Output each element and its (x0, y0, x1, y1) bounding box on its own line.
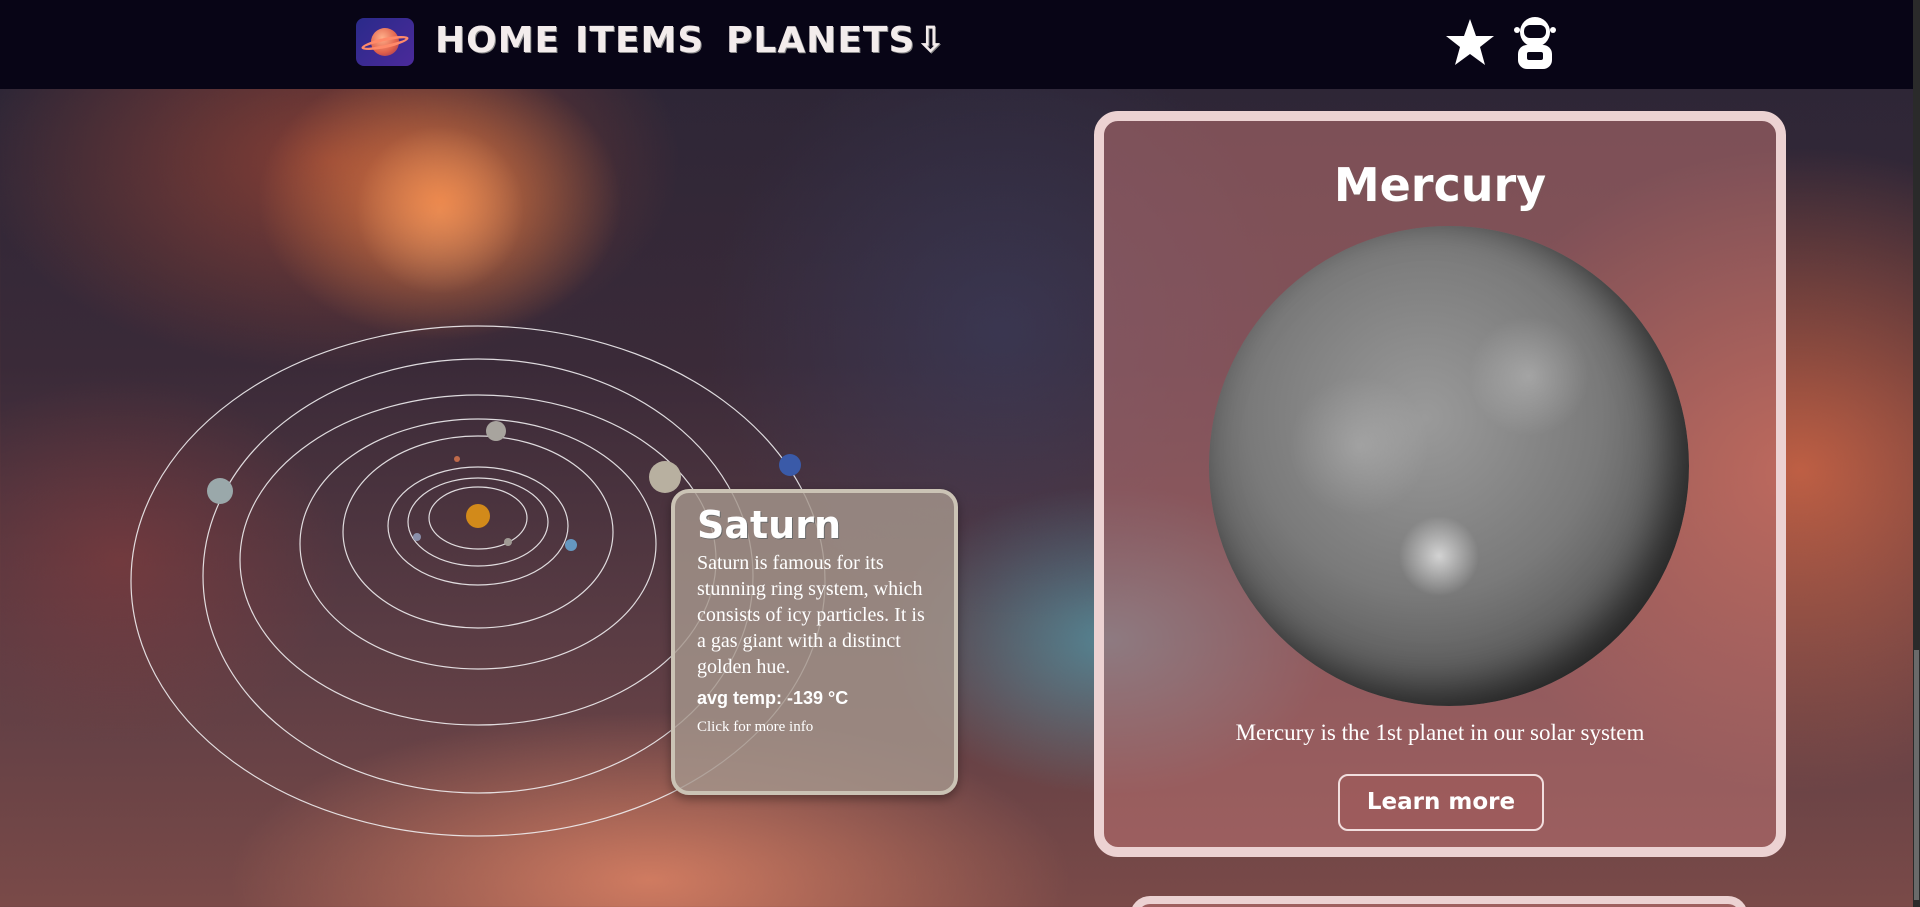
orbit-ring (342, 435, 614, 629)
nav-items-link[interactable]: ITEMS (575, 18, 704, 64)
nav-home-link[interactable]: HOME (435, 18, 560, 64)
planet-jupiter[interactable] (486, 421, 506, 441)
tooltip-more-info[interactable]: Click for more info (697, 719, 932, 736)
planet-card-title: Mercury (1333, 158, 1547, 212)
scrollbar-thumb[interactable] (1914, 650, 1919, 900)
planet-venus[interactable] (413, 533, 421, 541)
planet-earth[interactable] (565, 539, 577, 551)
tooltip-temperature: avg temp: -139 °C (697, 688, 849, 708)
nav-planets-dropdown[interactable]: PLANETS⇩ (726, 18, 947, 64)
tooltip-description: Saturn is famous for its stunning ring s… (697, 552, 925, 678)
mercury-image (1209, 226, 1689, 706)
planet-mars[interactable] (454, 456, 460, 462)
planet-saturn[interactable] (649, 461, 681, 493)
planet-mercury[interactable] (504, 538, 512, 546)
learn-more-button[interactable]: Learn more (1338, 774, 1544, 831)
planet-logo-icon[interactable] (356, 18, 414, 66)
orbit-ring (299, 418, 657, 670)
next-planet-card (1130, 896, 1748, 907)
navbar: HOME ITEMS PLANETS⇩ (0, 0, 1913, 89)
tooltip-title: Saturn (697, 503, 842, 547)
astronaut-icon[interactable] (1505, 12, 1565, 72)
planet-tooltip[interactable]: Saturn Saturn is famous for its stunning… (671, 489, 958, 795)
planet-card-subtitle: Mercury is the 1st planet in our solar s… (1235, 720, 1645, 745)
star-icon[interactable] (1440, 12, 1500, 72)
orbit-ring (239, 394, 717, 726)
sun[interactable] (466, 504, 490, 528)
planet-card: Mercury Mercury is the 1st planet in our… (1094, 111, 1786, 857)
planet-neptune[interactable] (779, 454, 801, 476)
planet-uranus[interactable] (207, 478, 233, 504)
